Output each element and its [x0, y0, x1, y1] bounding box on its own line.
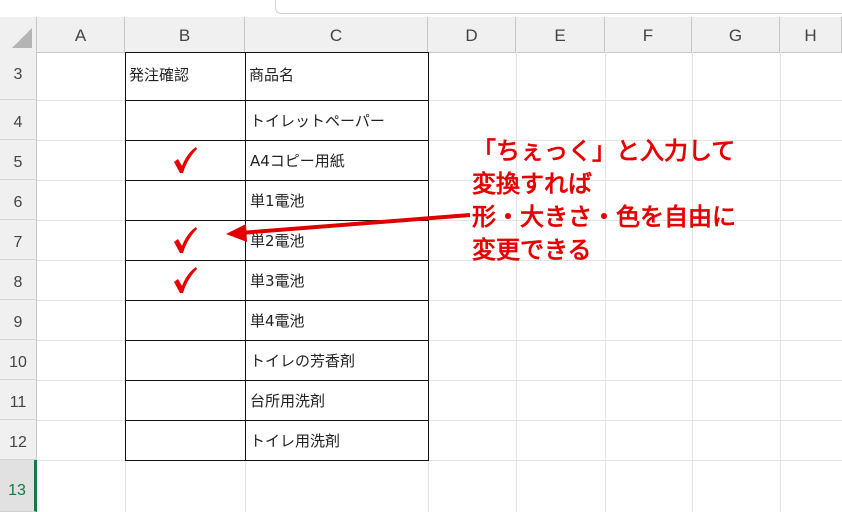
arrow-head [226, 224, 247, 242]
arrow-shaft [239, 213, 471, 235]
annotation-arrow [226, 213, 471, 242]
